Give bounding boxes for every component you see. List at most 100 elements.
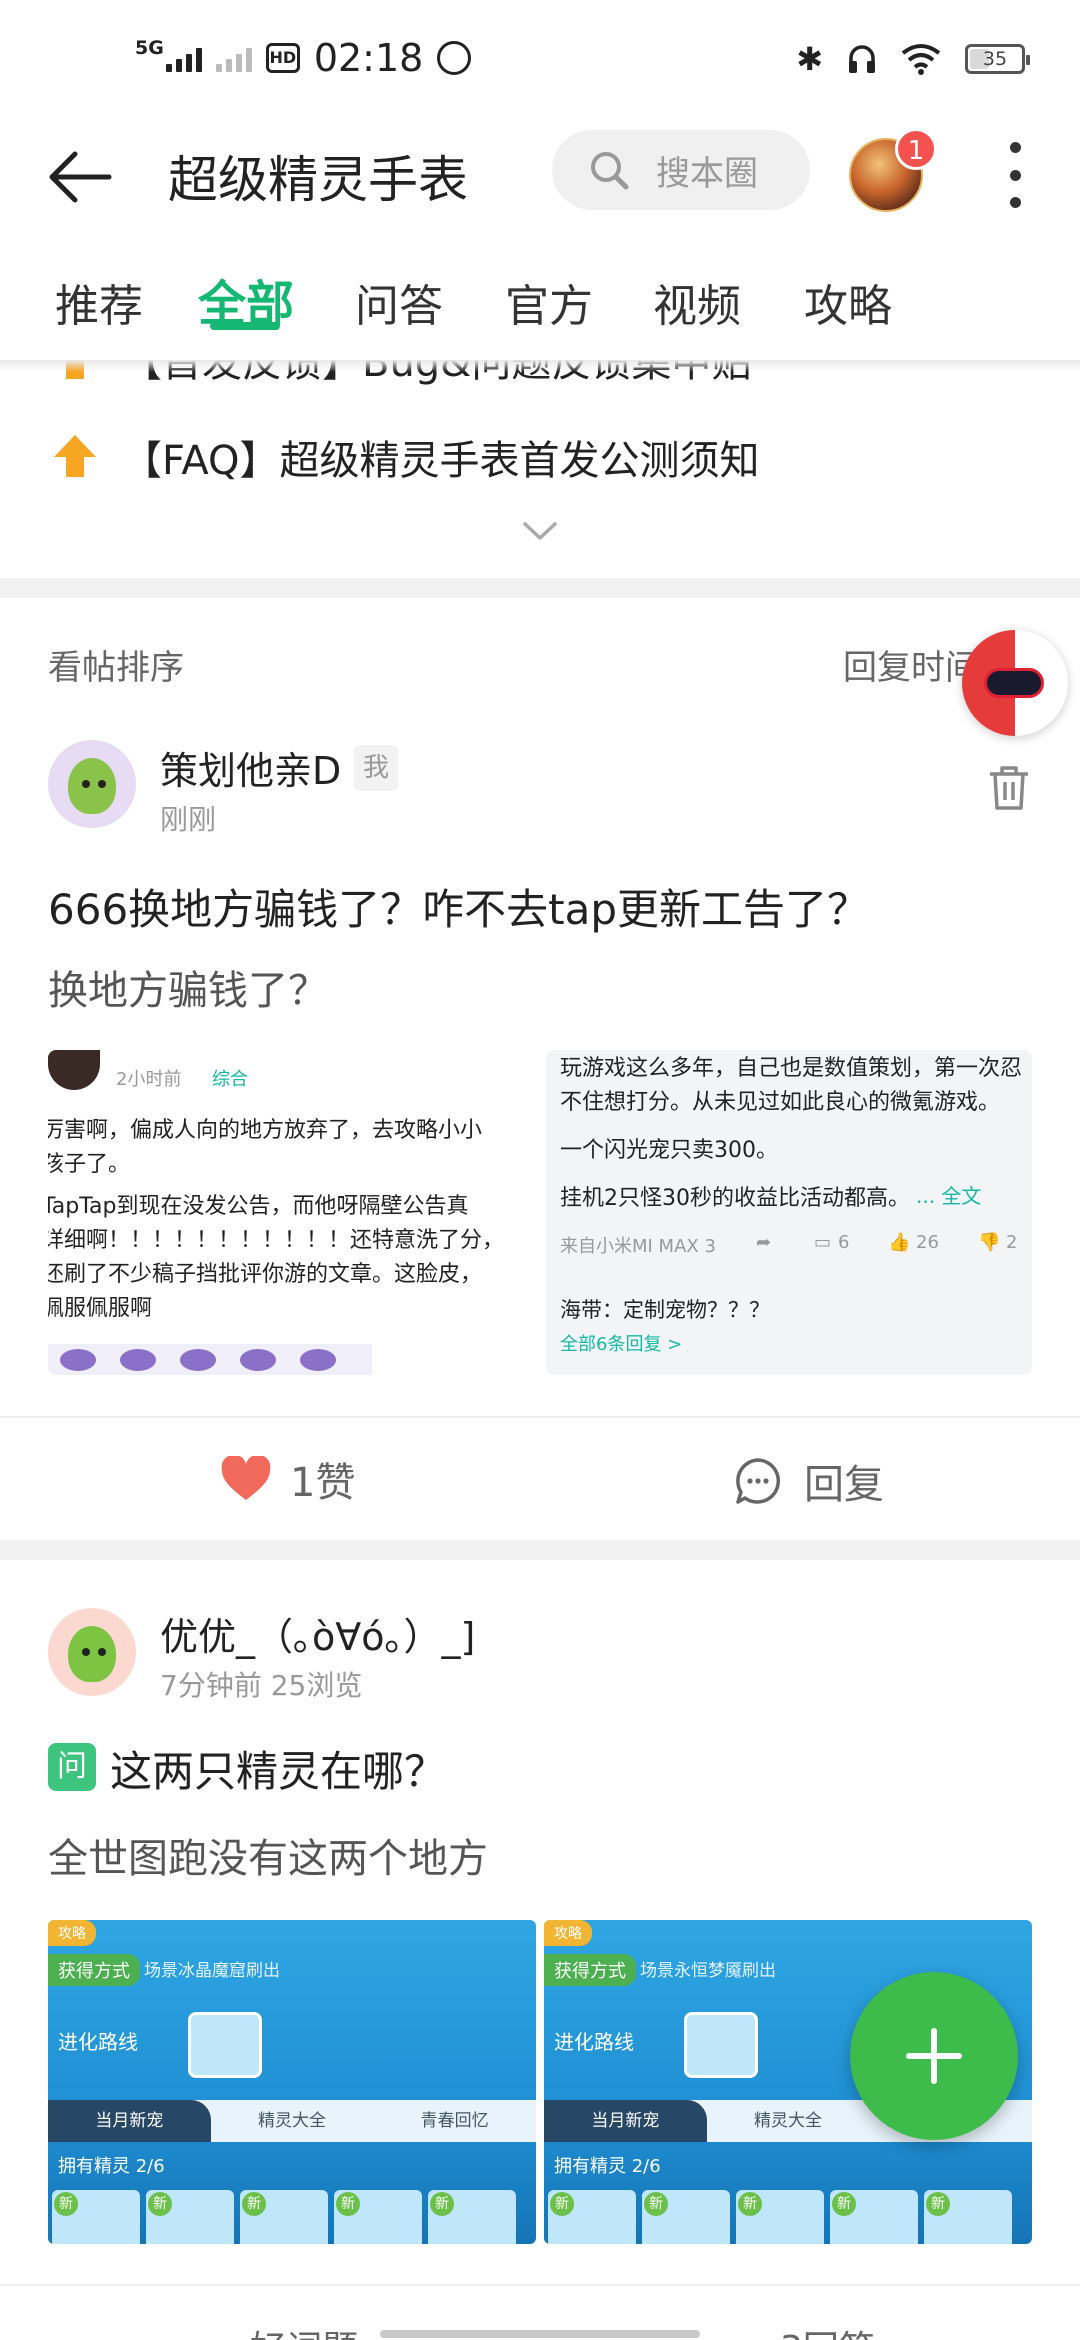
thumb-text: 一个闪光宠只卖300。: [560, 1138, 778, 1163]
section-divider: [0, 578, 1080, 598]
author-avatar[interactable]: [48, 1608, 136, 1696]
thumb-tag: 获得方式: [544, 1954, 636, 1986]
status-time: 02:18: [313, 36, 424, 80]
post-image[interactable]: 玩游戏这么多年，自己也是数值策划，第一次忍 不住想打分。从未见过如此良心的微氪游…: [546, 1050, 1032, 1375]
thumb-category: 综合: [212, 1069, 248, 1090]
post-title[interactable]: 这两只精灵在哪？: [110, 1738, 446, 1799]
app-header: 超级精灵手表 搜本圈 1: [0, 120, 1080, 230]
thumb-owned: 拥有精灵 2/6: [58, 2156, 165, 2177]
thumb-desc: 场景冰晶魔窟刷出: [144, 1961, 280, 1981]
like-count: 1赞: [290, 1460, 356, 1506]
search-icon: [591, 152, 629, 190]
like-button[interactable]: 1赞: [220, 1450, 355, 1508]
partial-action-right[interactable]: 3回答: [780, 2320, 875, 2340]
thumb-time: 2小时前: [116, 1069, 182, 1090]
thumb-more-link: ... 全文: [916, 1184, 982, 1208]
category-tabs: 推荐 全部 问答 官方 视频 攻略: [0, 270, 1080, 360]
thumb-owned: 拥有精灵 2/6: [554, 2156, 661, 2177]
delete-button[interactable]: [986, 764, 1032, 812]
comment-bubble-icon: [736, 1458, 781, 1504]
thumb-evolve: 进化路线: [554, 2030, 634, 2054]
thumbs-down-icon: 👎: [978, 1232, 1001, 1253]
sprite-cards: [544, 2190, 1032, 2244]
avatar: [48, 1050, 100, 1090]
sort-selector[interactable]: 回复时间: [843, 640, 979, 689]
battery-icon: 35: [965, 44, 1030, 74]
post-body[interactable]: 换地方骗钱了？: [48, 958, 328, 1016]
floating-widget[interactable]: [962, 630, 1068, 736]
thumb-like-count: 26: [916, 1232, 939, 1253]
reply-button[interactable]: 回复: [734, 1452, 884, 1510]
post-image[interactable]: 攻略 获得方式 场景冰晶魔窟刷出 进化路线 当月新宠 精灵大全 青春回忆 拥有精…: [48, 1920, 536, 2244]
author-name[interactable]: 优优_（｡ò∀ó｡）_]: [160, 1606, 475, 1661]
divider: [0, 2284, 1080, 2286]
thumb-comment-count: 6: [838, 1232, 850, 1253]
author-avatar[interactable]: [48, 740, 136, 828]
page-title: 超级精灵手表: [168, 151, 468, 209]
tab-video[interactable]: 视频: [653, 270, 741, 334]
thumb-text: 玩游戏这么多年，自己也是数值策划，第一次忍: [560, 1056, 1023, 1081]
active-tab-indicator: [210, 322, 280, 330]
back-arrow-icon: [49, 151, 112, 203]
chevron-down-icon: [523, 522, 557, 540]
thumb-desc: 场景永恒梦魇刷出: [640, 1961, 776, 1981]
hd-icon: HD: [265, 43, 300, 73]
tab-recommend[interactable]: 推荐: [55, 270, 143, 334]
search-placeholder: 搜本圈: [656, 153, 758, 194]
home-indicator: [380, 2330, 700, 2338]
sticker-strip: [48, 1344, 372, 1375]
tab-guide[interactable]: 攻略: [804, 270, 892, 334]
thumb-dislike-count: 2: [1006, 1232, 1018, 1253]
thumb-text: 挂机2只怪30秒的收益比活动都高。: [560, 1186, 910, 1211]
sync-icon: [437, 41, 472, 75]
notification-badge: 1: [895, 128, 937, 170]
post-time: 刚刚: [160, 803, 217, 836]
author-name[interactable]: 策划他亲D: [160, 740, 341, 795]
thumbs-up-icon: 👍: [888, 1232, 911, 1253]
sprite-silhouette: [188, 2012, 262, 2078]
create-post-button[interactable]: [850, 1972, 1018, 2140]
qa-tag: 问: [48, 1743, 96, 1791]
bluetooth-icon: ✱: [796, 40, 823, 78]
heart-icon: [221, 1456, 271, 1500]
self-tag: 我: [354, 745, 398, 791]
thumb-reply-preview: 海带：定制宠物？？？: [560, 1298, 770, 1322]
thumb-text: 详细啊！！！！！！！！！！！还特意洗了分，: [48, 1228, 505, 1253]
post-body[interactable]: 全世图跑没有这两个地方: [48, 1826, 488, 1884]
wifi-icon: [901, 44, 941, 75]
section-divider: [0, 1540, 1080, 1560]
post-image[interactable]: 2小时前 综合 厉害啊，偏成人向的地方放弃了，去攻略小小 孩子了。 TapTap…: [48, 1050, 534, 1375]
tab-official[interactable]: 官方: [505, 270, 593, 334]
network-type: 5G: [135, 37, 164, 59]
thumb-tag: 获得方式: [48, 1954, 140, 1986]
thumb-text: TapTap到现在没发公告，而他呀隔壁公告真: [48, 1194, 469, 1219]
partial-action-left[interactable]: 好词题: [250, 2320, 358, 2340]
thumb-tabs: 当月新宠 精灵大全 青春回忆: [48, 2100, 536, 2142]
back-button[interactable]: [45, 142, 115, 212]
headphones-icon: [849, 45, 875, 73]
tab-qa[interactable]: 问答: [355, 270, 443, 334]
pinned-item-label: 【FAQ】超级精灵手表首发公测须知: [122, 438, 760, 484]
pinned-item[interactable]: 【FAQ】超级精灵手表首发公测须知: [54, 428, 759, 486]
signal-icon: [165, 44, 202, 72]
post-title[interactable]: 666换地方骗钱了？咋不去tap更新工告了？: [48, 876, 869, 937]
sort-label: 看帖排序: [48, 648, 184, 688]
thumb-text: 佩服佩服啊: [48, 1296, 153, 1321]
more-options-button[interactable]: [1000, 142, 1030, 208]
share-icon: ➦: [756, 1232, 772, 1253]
thumb-device: 来自小米MI MAX 3: [560, 1236, 716, 1257]
sprite-cards: [48, 2190, 536, 2244]
thumb-text: 孩子了。: [48, 1152, 131, 1177]
thumb-text: 厉害啊，偏成人向的地方放弃了，去攻略小小: [48, 1118, 483, 1143]
trash-icon: [990, 766, 1028, 810]
sprite-silhouette: [684, 2012, 758, 2078]
thumb-all-replies: 全部6条回复 >: [560, 1334, 683, 1355]
expand-pinned-button[interactable]: [522, 512, 558, 548]
thumb-text: 不住想打分。从未见过如此良心的微氪游戏。: [560, 1090, 1001, 1115]
status-bar: 5G HD 02:18 ✱ 35: [0, 0, 1080, 120]
user-avatar[interactable]: 1: [849, 128, 937, 212]
thumb-evolve: 进化路线: [58, 2030, 138, 2054]
search-box[interactable]: 搜本圈: [552, 130, 810, 210]
thumb-badge: 攻略: [544, 1920, 592, 1946]
signal-icon-secondary: [215, 44, 252, 72]
